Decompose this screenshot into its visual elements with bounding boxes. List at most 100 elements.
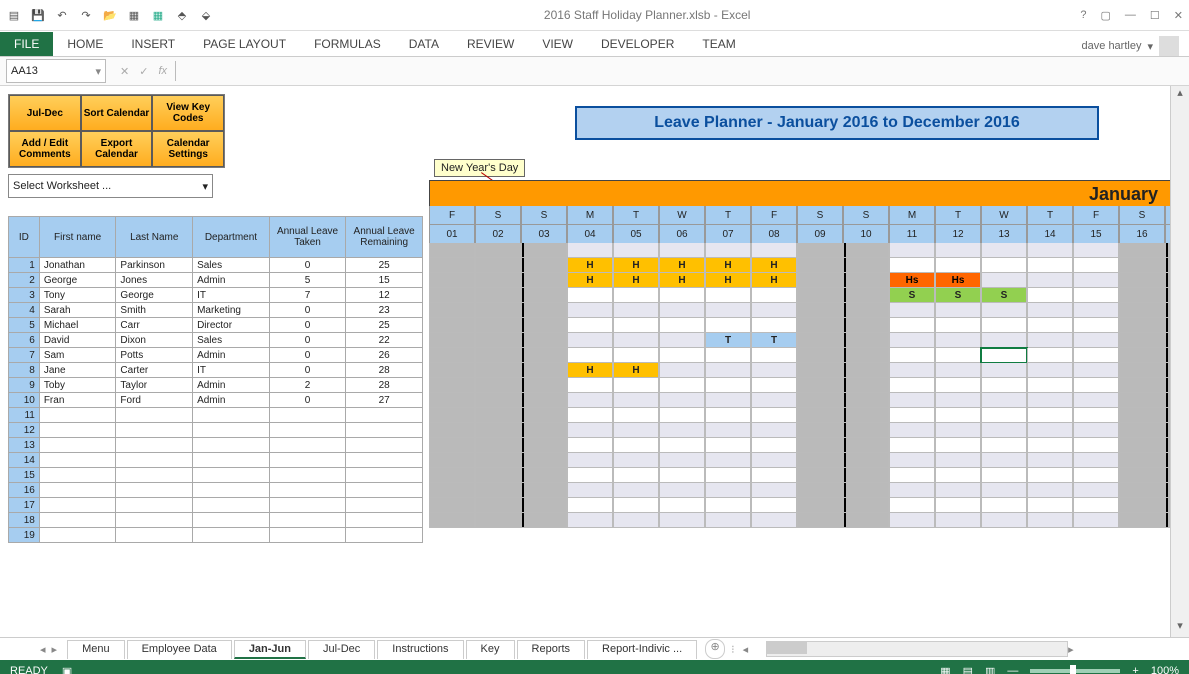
calendar-cell[interactable]: H [567,258,613,273]
calendar-cell[interactable] [1073,408,1119,423]
calendar-cell[interactable] [1027,348,1073,363]
calendar-cell[interactable] [705,438,751,453]
calendar-cell[interactable] [1027,498,1073,513]
calendar-cell[interactable] [797,318,843,333]
calendar-cell[interactable] [1027,438,1073,453]
calendar-cell[interactable] [659,408,705,423]
calendar-cell[interactable] [613,438,659,453]
employee-row[interactable]: 4SarahSmithMarketing023 [9,303,423,318]
calendar-cell[interactable] [1073,513,1119,528]
ribbon-tab-developer[interactable]: DEVELOPER [587,32,688,56]
calendar-cell[interactable] [981,318,1027,333]
calendar-cell[interactable] [521,363,567,378]
calendar-cell[interactable] [797,468,843,483]
add-edit-comments-button[interactable]: Add / Edit Comments [9,131,81,167]
calendar-cell[interactable]: H [751,258,797,273]
calendar-cell[interactable] [1027,243,1073,258]
employee-row[interactable]: 6DavidDixonSales022 [9,333,423,348]
calendar-cell[interactable] [889,423,935,438]
calendar-settings-button[interactable]: Calendar Settings [152,131,224,167]
calendar-cell[interactable] [935,453,981,468]
calendar-cell[interactable]: H [751,273,797,288]
employee-row-empty[interactable]: 15 [9,468,423,483]
ribbon-options-icon[interactable]: ▢ [1101,9,1111,22]
calendar-cell[interactable] [567,333,613,348]
calendar-cell[interactable] [889,468,935,483]
hscroll-right-icon[interactable]: ▸ [1068,643,1074,656]
calendar-cell[interactable] [981,378,1027,393]
calendar-cell[interactable] [751,423,797,438]
calendar-cell[interactable] [659,468,705,483]
calendar-cell[interactable] [429,423,475,438]
calendar-cell[interactable] [429,363,475,378]
calendar-cell[interactable] [751,408,797,423]
ribbon-tab-home[interactable]: HOME [53,32,117,56]
calendar-cell[interactable] [475,273,521,288]
calendar-cell[interactable] [843,378,889,393]
calendar-cell[interactable] [429,258,475,273]
calendar-cell[interactable] [1027,378,1073,393]
calendar-cell[interactable] [659,333,705,348]
calendar-cell[interactable] [751,438,797,453]
calendar-cell[interactable] [567,453,613,468]
calendar-cell[interactable] [429,378,475,393]
calendar-cell[interactable] [981,498,1027,513]
calendar-cell[interactable] [659,288,705,303]
calendar-cell[interactable] [475,483,521,498]
calendar-cell[interactable] [935,483,981,498]
calendar-cell[interactable] [521,483,567,498]
calendar-cell[interactable] [981,513,1027,528]
calendar-cell[interactable] [521,348,567,363]
calendar-cell[interactable] [935,348,981,363]
calendar-cell[interactable] [797,378,843,393]
calendar-cell[interactable] [429,468,475,483]
calendar-cell[interactable] [613,453,659,468]
calendar-cell[interactable] [889,318,935,333]
calendar-cell[interactable] [613,348,659,363]
calendar-cell[interactable] [521,408,567,423]
scroll-down-icon[interactable]: ▾ [1171,619,1189,637]
view-page-break-icon[interactable]: ▥ [985,665,995,674]
calendar-cell[interactable] [935,303,981,318]
calendar-cell[interactable] [843,243,889,258]
calendar-cell[interactable] [613,333,659,348]
qat-icon-2[interactable]: ▦ [150,7,166,23]
calendar-cell[interactable] [1119,333,1165,348]
calendar-cell[interactable] [1073,423,1119,438]
calendar-cell[interactable] [705,498,751,513]
calendar-cell[interactable] [843,483,889,498]
employee-row-empty[interactable]: 17 [9,498,423,513]
calendar-cell[interactable] [429,483,475,498]
calendar-cell[interactable] [705,453,751,468]
calendar-cell[interactable] [935,258,981,273]
calendar-cell[interactable] [705,468,751,483]
calendar-cell[interactable] [1073,393,1119,408]
maximize-icon[interactable]: ☐ [1150,9,1160,22]
employee-row-empty[interactable]: 11 [9,408,423,423]
calendar-cell[interactable] [889,303,935,318]
calendar-cell[interactable] [567,303,613,318]
calendar-cell[interactable] [797,453,843,468]
save-icon[interactable]: 💾 [30,7,46,23]
sheet-tab-menu[interactable]: Menu [67,640,125,659]
sheet-tab-jan-jun[interactable]: Jan-Jun [234,640,306,659]
calendar-cell[interactable] [889,408,935,423]
calendar-cell[interactable] [1119,513,1165,528]
calendar-cell[interactable] [613,243,659,258]
calendar-cell[interactable] [1073,498,1119,513]
calendar-cell[interactable] [613,393,659,408]
zoom-out-icon[interactable]: — [1007,665,1018,674]
calendar-cell[interactable] [1073,363,1119,378]
zoom-slider[interactable] [1030,669,1120,673]
calendar-cell[interactable] [567,348,613,363]
calendar-cell[interactable] [475,468,521,483]
calendar-cell[interactable] [981,258,1027,273]
calendar-cell[interactable] [1073,378,1119,393]
calendar-cell[interactable]: H [613,258,659,273]
calendar-cell[interactable] [1073,288,1119,303]
calendar-cell[interactable] [751,378,797,393]
calendar-cell[interactable] [429,393,475,408]
calendar-cell[interactable] [889,498,935,513]
employee-row[interactable]: 10FranFordAdmin027 [9,393,423,408]
calendar-cell[interactable] [935,438,981,453]
